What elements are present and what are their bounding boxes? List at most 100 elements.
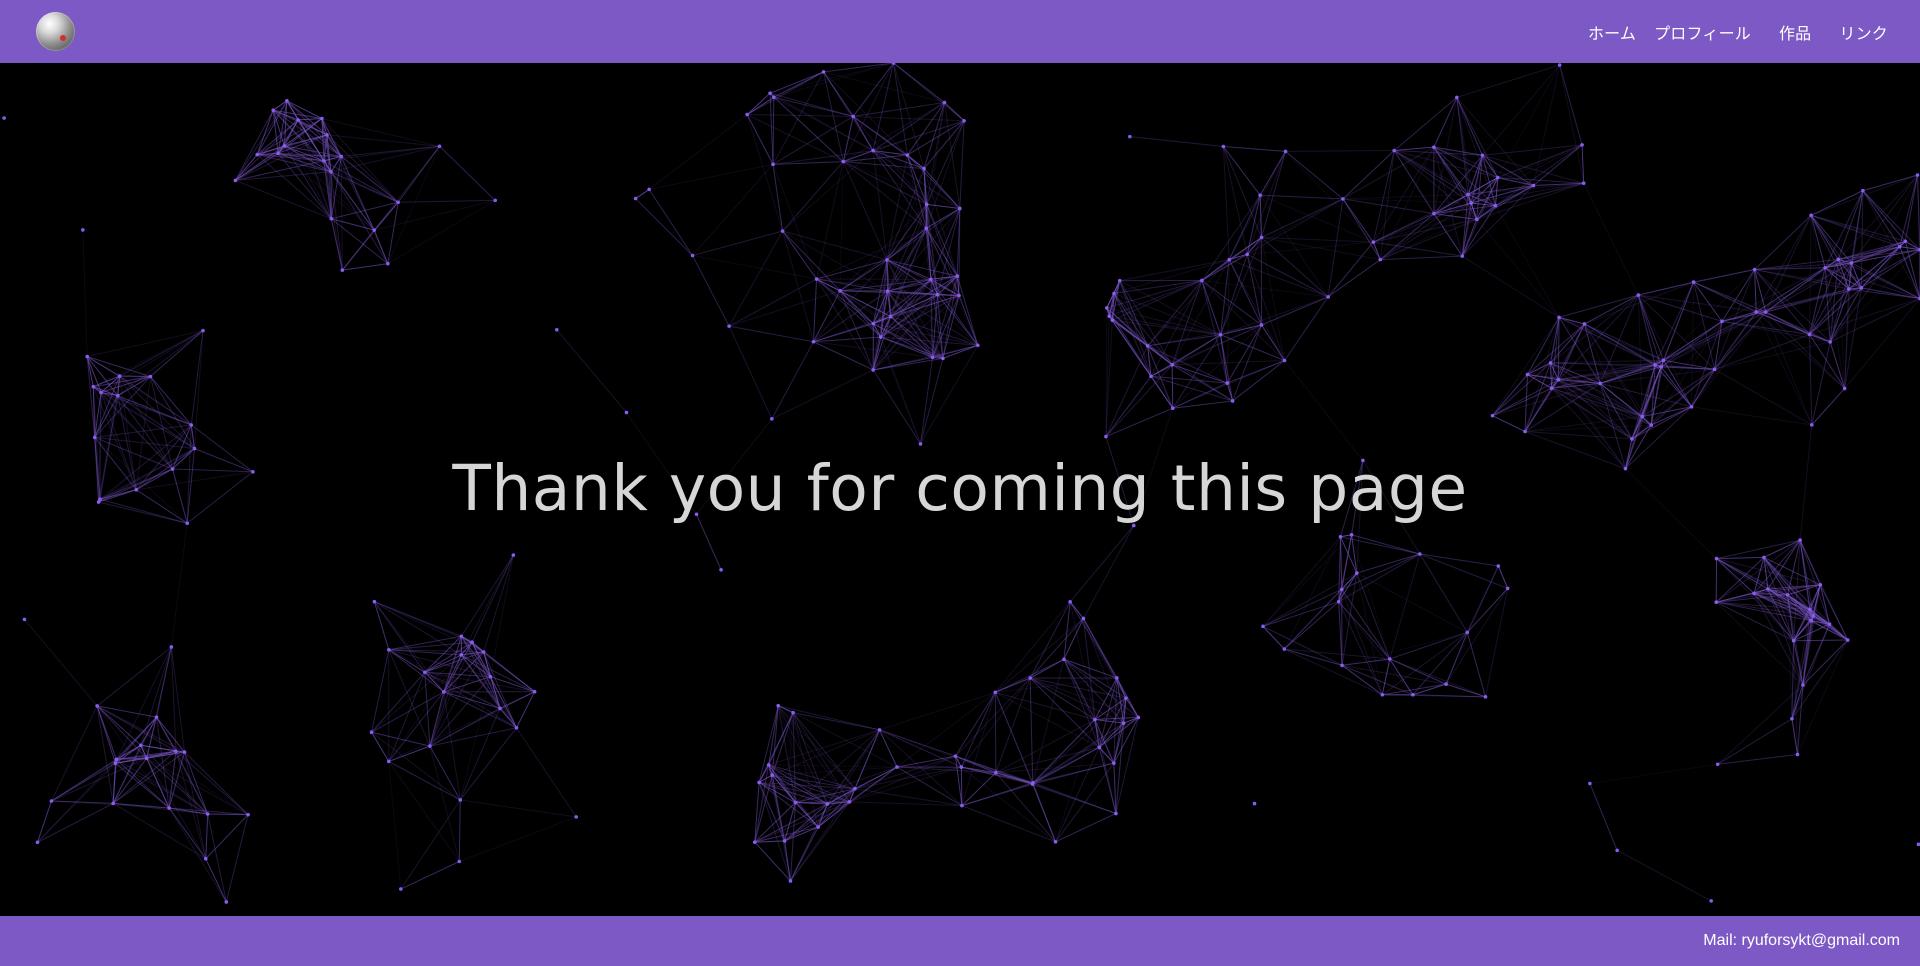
network-line	[1616, 849, 1712, 902]
network-node	[690, 253, 695, 258]
network-line	[961, 805, 1056, 843]
network-node	[1549, 386, 1554, 390]
network-line	[400, 799, 461, 890]
network-line	[1899, 174, 1919, 247]
network-node	[1117, 278, 1122, 283]
network-line	[1220, 296, 1329, 336]
network-node	[1523, 429, 1527, 434]
nav-links-link[interactable]: リンク	[1839, 20, 1888, 44]
network-line	[1228, 151, 1286, 260]
network-node	[1068, 600, 1072, 604]
network-node	[993, 690, 998, 695]
network-line	[879, 729, 962, 768]
network-node	[838, 289, 842, 293]
network-node	[116, 393, 120, 398]
network-node	[387, 647, 391, 652]
network-node	[154, 715, 159, 719]
network-node	[554, 327, 559, 332]
network-node	[386, 759, 391, 764]
network-node	[791, 710, 795, 715]
network-line	[388, 761, 402, 890]
network-line	[340, 156, 389, 264]
network-node	[1136, 715, 1141, 720]
network-node	[386, 261, 390, 266]
network-node	[325, 133, 329, 137]
network-node	[935, 292, 940, 297]
network-node	[1762, 555, 1766, 560]
network-node	[1259, 235, 1264, 240]
network-line	[954, 756, 963, 806]
nav-works-link[interactable]: 作品	[1779, 20, 1811, 44]
network-node	[182, 750, 187, 754]
network-line	[812, 279, 818, 342]
network-node	[1691, 280, 1696, 284]
network-line	[1222, 146, 1262, 238]
network-node	[793, 800, 798, 805]
network-node	[148, 374, 153, 379]
network-line	[1583, 182, 1639, 296]
network-node	[224, 900, 229, 904]
network-node	[1659, 365, 1663, 369]
network-node	[1340, 663, 1344, 668]
network-line	[387, 199, 496, 265]
network-line	[1485, 588, 1509, 697]
network-line	[1283, 601, 1340, 650]
network-line	[1223, 146, 1286, 152]
network-node	[1807, 332, 1812, 337]
network-node	[1845, 638, 1850, 642]
network-node	[167, 806, 171, 810]
network-node	[255, 152, 259, 157]
network-node	[113, 761, 118, 766]
network-node	[1915, 173, 1920, 177]
contact-email[interactable]: Mail: ryuforsykt@gmail.com	[1703, 916, 1900, 966]
network-node	[498, 706, 502, 711]
network-node	[1823, 265, 1827, 270]
network-line	[323, 160, 343, 271]
network-line	[823, 71, 844, 162]
network-node	[1752, 591, 1756, 596]
network-line	[872, 102, 945, 152]
network-line	[1809, 334, 1813, 425]
network-node	[1483, 695, 1488, 699]
network-line	[207, 813, 227, 903]
network-line	[1811, 388, 1846, 426]
nav-home-link[interactable]: ホーム	[1588, 20, 1636, 44]
network-line	[1813, 615, 1849, 641]
network-node	[1836, 257, 1841, 262]
network-line	[994, 692, 1034, 783]
network-node	[1480, 153, 1485, 158]
orb-logo-icon[interactable]	[36, 12, 75, 51]
network-node	[1128, 134, 1132, 139]
network-line	[1259, 151, 1286, 196]
network-node	[322, 159, 326, 163]
site-footer: Mail: ryuforsykt@gmail.com	[0, 916, 1920, 966]
network-node	[1630, 437, 1634, 441]
network-line	[1094, 716, 1139, 720]
network-node	[953, 754, 958, 758]
network-node	[768, 91, 772, 95]
network-node	[488, 674, 493, 679]
network-line	[458, 799, 461, 862]
network-node	[1661, 358, 1666, 363]
network-node	[1766, 587, 1770, 591]
nav-profile-link[interactable]: プロフィール	[1654, 20, 1751, 44]
network-node	[633, 196, 638, 201]
network-line	[1693, 269, 1755, 283]
network-line	[1754, 214, 1812, 270]
network-node	[1842, 386, 1847, 391]
network-node	[1689, 405, 1694, 409]
network-line	[459, 816, 577, 862]
network-node	[962, 118, 966, 123]
network-node	[766, 763, 771, 767]
network-line	[371, 691, 445, 733]
network-line	[1342, 198, 1381, 260]
network-line	[1283, 536, 1341, 650]
network-node	[1531, 183, 1536, 188]
network-line	[388, 761, 460, 862]
network-node	[423, 670, 427, 675]
network-line	[1113, 279, 1202, 294]
network-node	[1581, 181, 1586, 186]
network-line	[1716, 556, 1764, 560]
network-line	[1172, 360, 1285, 366]
network-node	[1754, 310, 1759, 314]
